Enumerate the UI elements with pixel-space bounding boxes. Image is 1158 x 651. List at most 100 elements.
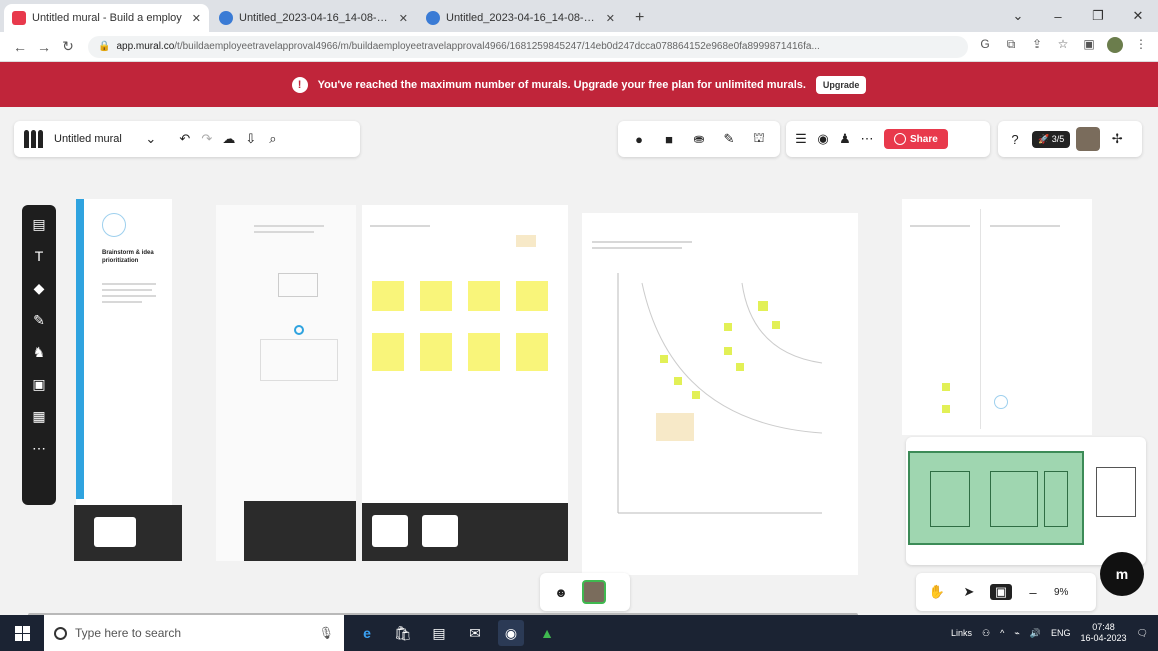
voting-icon[interactable]: ■: [658, 132, 680, 147]
star-icon[interactable]: ☆: [1054, 37, 1072, 56]
start-button[interactable]: [0, 615, 44, 651]
volume-icon[interactable]: 🔊: [1030, 628, 1041, 639]
close-window-button[interactable]: ✕: [1118, 8, 1158, 24]
chrome-icon[interactable]: ◉: [498, 620, 524, 646]
url-field[interactable]: 🔒 app.mural.co /t/buildaemployeetravelap…: [88, 35, 968, 58]
globe-icon: [426, 11, 440, 25]
search-icon[interactable]: ⌕: [262, 131, 284, 147]
tab-untitled-mural[interactable]: Untitled mural - Build a employ ✕: [4, 4, 209, 32]
menu-icon[interactable]: ⋮: [1132, 37, 1150, 56]
timer-icon[interactable]: ●: [628, 132, 650, 147]
chevron-down-icon[interactable]: ⌄: [998, 8, 1038, 24]
mural-title[interactable]: Untitled mural: [54, 133, 122, 145]
share-page-icon[interactable]: ⇪: [1028, 37, 1046, 56]
zoom-out-icon[interactable]: –: [1022, 585, 1044, 600]
sticky-note[interactable]: [468, 281, 500, 311]
text-icon[interactable]: T: [35, 247, 44, 265]
close-icon[interactable]: ✕: [606, 12, 615, 25]
tab-untitled-3[interactable]: Untitled_2023-04-16_14-08-15 | ✕: [418, 4, 623, 32]
collab-count: 3/5: [1051, 133, 1065, 144]
mural-canvas[interactable]: Untitled mural ⌄ ↶ ↷ ☁ ⇩ ⌕ ● ■ ⛂ ✎ ⛫ ☰ ◉…: [0, 107, 1158, 615]
mural-support-button[interactable]: m: [1100, 552, 1144, 596]
help-icon[interactable]: ?: [1004, 132, 1026, 147]
close-icon[interactable]: ✕: [399, 12, 408, 25]
chevron-down-icon[interactable]: ⌄: [140, 131, 162, 147]
avatar[interactable]: [1076, 127, 1101, 151]
avatar[interactable]: [582, 580, 606, 604]
more-tools-icon[interactable]: ⋯: [32, 439, 46, 457]
prioritization-board[interactable]: [582, 213, 858, 575]
laser-icon[interactable]: ✎: [718, 131, 740, 147]
sticky-note-icon[interactable]: ▤: [32, 215, 45, 233]
sparkle-icon[interactable]: ✢: [1106, 131, 1128, 147]
sticky-note[interactable]: [420, 333, 452, 371]
minimap-viewport[interactable]: [908, 451, 1084, 545]
share-button[interactable]: Share: [884, 129, 948, 149]
zoom-level[interactable]: 9%: [1054, 587, 1068, 598]
undo-icon[interactable]: ↶: [174, 131, 196, 147]
files-icon[interactable]: ▤: [426, 620, 452, 646]
hand-icon[interactable]: ✋: [926, 584, 948, 600]
sticky-note[interactable]: [942, 405, 950, 413]
sticky-note[interactable]: [420, 281, 452, 311]
links-label[interactable]: Links: [951, 628, 972, 638]
outline-icon[interactable]: ☰: [790, 131, 812, 147]
action-plan-board[interactable]: [902, 199, 1092, 435]
private-mode-icon[interactable]: ⛂: [688, 131, 710, 147]
sticky-note[interactable]: [468, 333, 500, 371]
mail-icon[interactable]: ✉: [462, 620, 488, 646]
minimize-button[interactable]: –: [1038, 9, 1078, 24]
sticky-note[interactable]: [516, 333, 548, 371]
taskbar-search[interactable]: Type here to search 🎙: [44, 615, 344, 651]
fit-icon[interactable]: ▣: [990, 584, 1012, 600]
lock-icon[interactable]: ⛫: [748, 130, 770, 148]
notifications-icon[interactable]: 🗨: [1137, 628, 1148, 639]
cloud-icon[interactable]: ☁: [218, 131, 240, 147]
sticky-note[interactable]: [372, 333, 404, 371]
edge-icon[interactable]: e: [354, 620, 380, 646]
new-tab-button[interactable]: +: [625, 4, 654, 32]
sticky-note[interactable]: [942, 383, 950, 391]
microphone-icon[interactable]: 🎙: [319, 626, 334, 640]
image-icon[interactable]: ▣: [32, 375, 45, 393]
tab-untitled-2[interactable]: Untitled_2023-04-16_14-08-44 | ✕: [211, 4, 416, 32]
close-icon[interactable]: ✕: [192, 12, 201, 25]
people-icon[interactable]: ⚇: [982, 628, 990, 639]
network-icon[interactable]: ⌁: [1014, 628, 1019, 639]
icons-icon[interactable]: ♞: [33, 343, 46, 361]
google-icon[interactable]: G: [976, 37, 994, 56]
sidepanel-icon[interactable]: ▣: [1080, 37, 1098, 56]
forward-icon[interactable]: →: [32, 39, 56, 55]
minimap[interactable]: [906, 437, 1146, 565]
cursor-icon[interactable]: ➤: [958, 584, 980, 600]
sticky-note[interactable]: [372, 281, 404, 311]
thumbnail-card[interactable]: [74, 505, 182, 561]
language-label[interactable]: ENG: [1051, 628, 1071, 638]
address-actions: G ⧉ ⇪ ☆ ▣ ⋮: [976, 37, 1150, 56]
export-icon[interactable]: ⇩: [240, 131, 262, 147]
back-icon[interactable]: ←: [8, 39, 32, 55]
upgrade-button[interactable]: Upgrade: [815, 75, 867, 94]
templates-icon[interactable]: ▦: [32, 407, 45, 425]
chevron-up-icon[interactable]: ^: [1000, 628, 1004, 638]
extension-icon[interactable]: ⧉: [1002, 37, 1020, 56]
clock[interactable]: 07:48 16-04-2023: [1081, 622, 1127, 644]
maximize-button[interactable]: ❐: [1078, 8, 1118, 24]
members-icon[interactable]: ♟: [834, 131, 856, 147]
sticky-note[interactable]: [516, 235, 536, 247]
reload-icon[interactable]: ↻: [56, 38, 80, 55]
redo-icon[interactable]: ↷: [196, 131, 218, 147]
collaborator-count-badge[interactable]: 🚀 3/5: [1032, 130, 1071, 148]
sticky-note[interactable]: [516, 281, 548, 311]
app-icon[interactable]: ▲: [534, 620, 560, 646]
intro-board[interactable]: Brainstorm & idea prioritization: [76, 199, 172, 505]
mural-logo-icon[interactable]: [24, 130, 44, 148]
profile-avatar[interactable]: [1106, 37, 1124, 56]
more-icon[interactable]: ⋯: [856, 131, 878, 147]
store-icon[interactable]: 🛍: [390, 620, 416, 646]
pen-icon[interactable]: ✎: [33, 311, 45, 329]
emoji-icon[interactable]: ☻: [550, 585, 572, 600]
comments-icon[interactable]: ◉: [812, 131, 834, 147]
shapes-icon[interactable]: ◆: [34, 279, 45, 297]
share-icon: [894, 133, 906, 145]
